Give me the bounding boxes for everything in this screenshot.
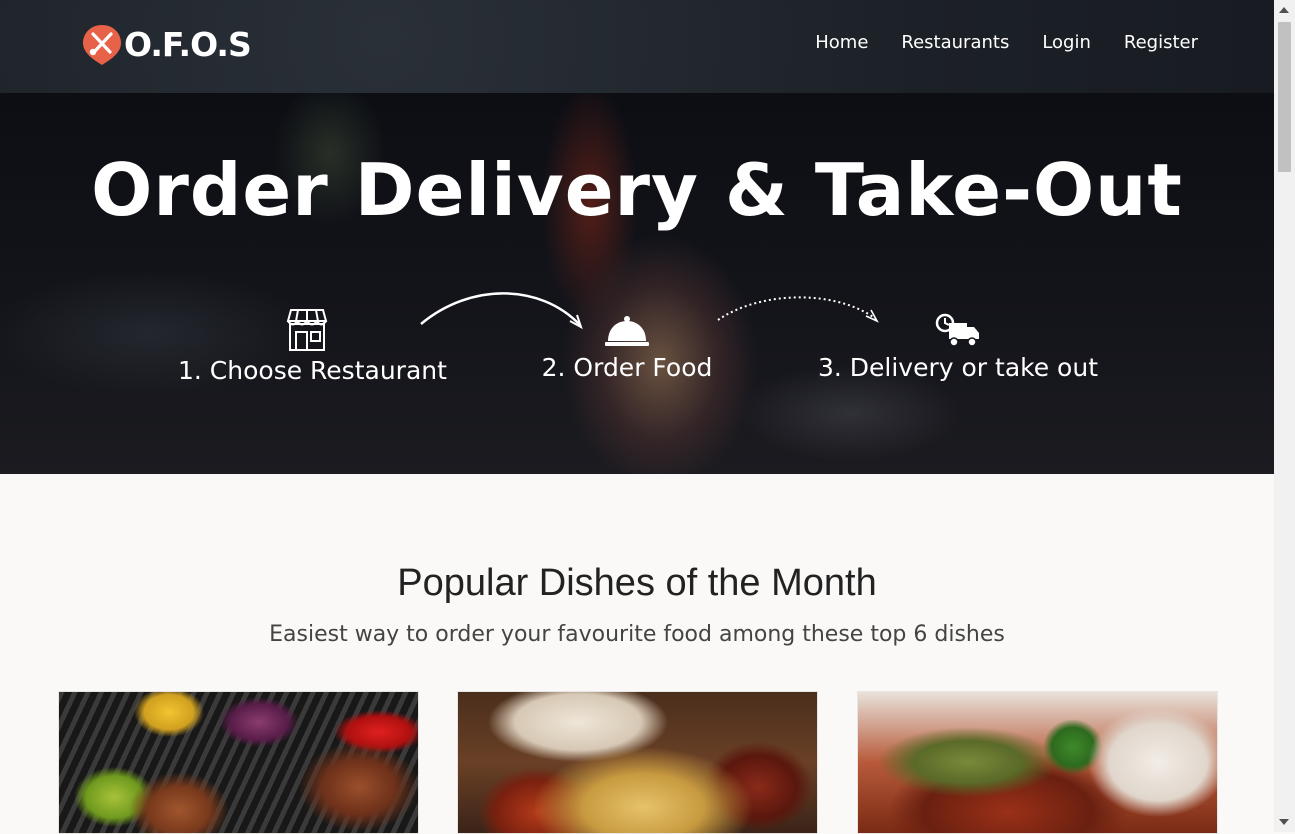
food-cloche-icon	[605, 316, 649, 346]
dish-card-asparagus-steak[interactable]	[857, 691, 1218, 834]
step-choose-restaurant: 1. Choose Restaurant	[178, 308, 447, 385]
dish-card-crusted-seafood[interactable]	[457, 691, 818, 834]
step-label: 1. Choose Restaurant	[178, 356, 447, 385]
nav-restaurants[interactable]: Restaurants	[901, 32, 1009, 53]
step-delivery: 3. Delivery or take out	[816, 313, 1100, 382]
navbar: O.F.O.S Home Restaurants Login Register	[0, 0, 1274, 93]
brand-logo[interactable]: O.F.O.S	[82, 24, 252, 65]
dish-card-grilled-burgers[interactable]	[58, 691, 419, 834]
main-nav: Home Restaurants Login Register	[815, 32, 1198, 53]
nav-home[interactable]: Home	[815, 32, 868, 53]
delivery-truck-icon	[935, 313, 979, 347]
step-label: 3. Delivery or take out	[817, 353, 1099, 382]
step-label: 2. Order Food	[541, 353, 713, 382]
nav-login[interactable]: Login	[1042, 32, 1091, 53]
hero-banner: Order Delivery & Take-Out 1. Choose Rest…	[0, 93, 1274, 474]
popular-dishes-subtitle: Easiest way to order your favourite food…	[269, 622, 1005, 647]
step-order-food: 2. Order Food	[538, 313, 716, 382]
store-icon	[286, 309, 328, 351]
logo-pin-icon	[82, 24, 122, 65]
nav-register[interactable]: Register	[1124, 32, 1198, 53]
scroll-down-arrow-icon[interactable]	[1279, 819, 1289, 825]
vertical-scrollbar[interactable]	[1274, 0, 1295, 832]
scrollbar-thumb[interactable]	[1278, 22, 1291, 172]
step-arrows	[420, 292, 879, 330]
popular-dishes-title: Popular Dishes of the Month	[397, 562, 877, 604]
brand-name: O.F.O.S	[124, 24, 252, 64]
scroll-up-arrow-icon[interactable]	[1279, 7, 1289, 13]
